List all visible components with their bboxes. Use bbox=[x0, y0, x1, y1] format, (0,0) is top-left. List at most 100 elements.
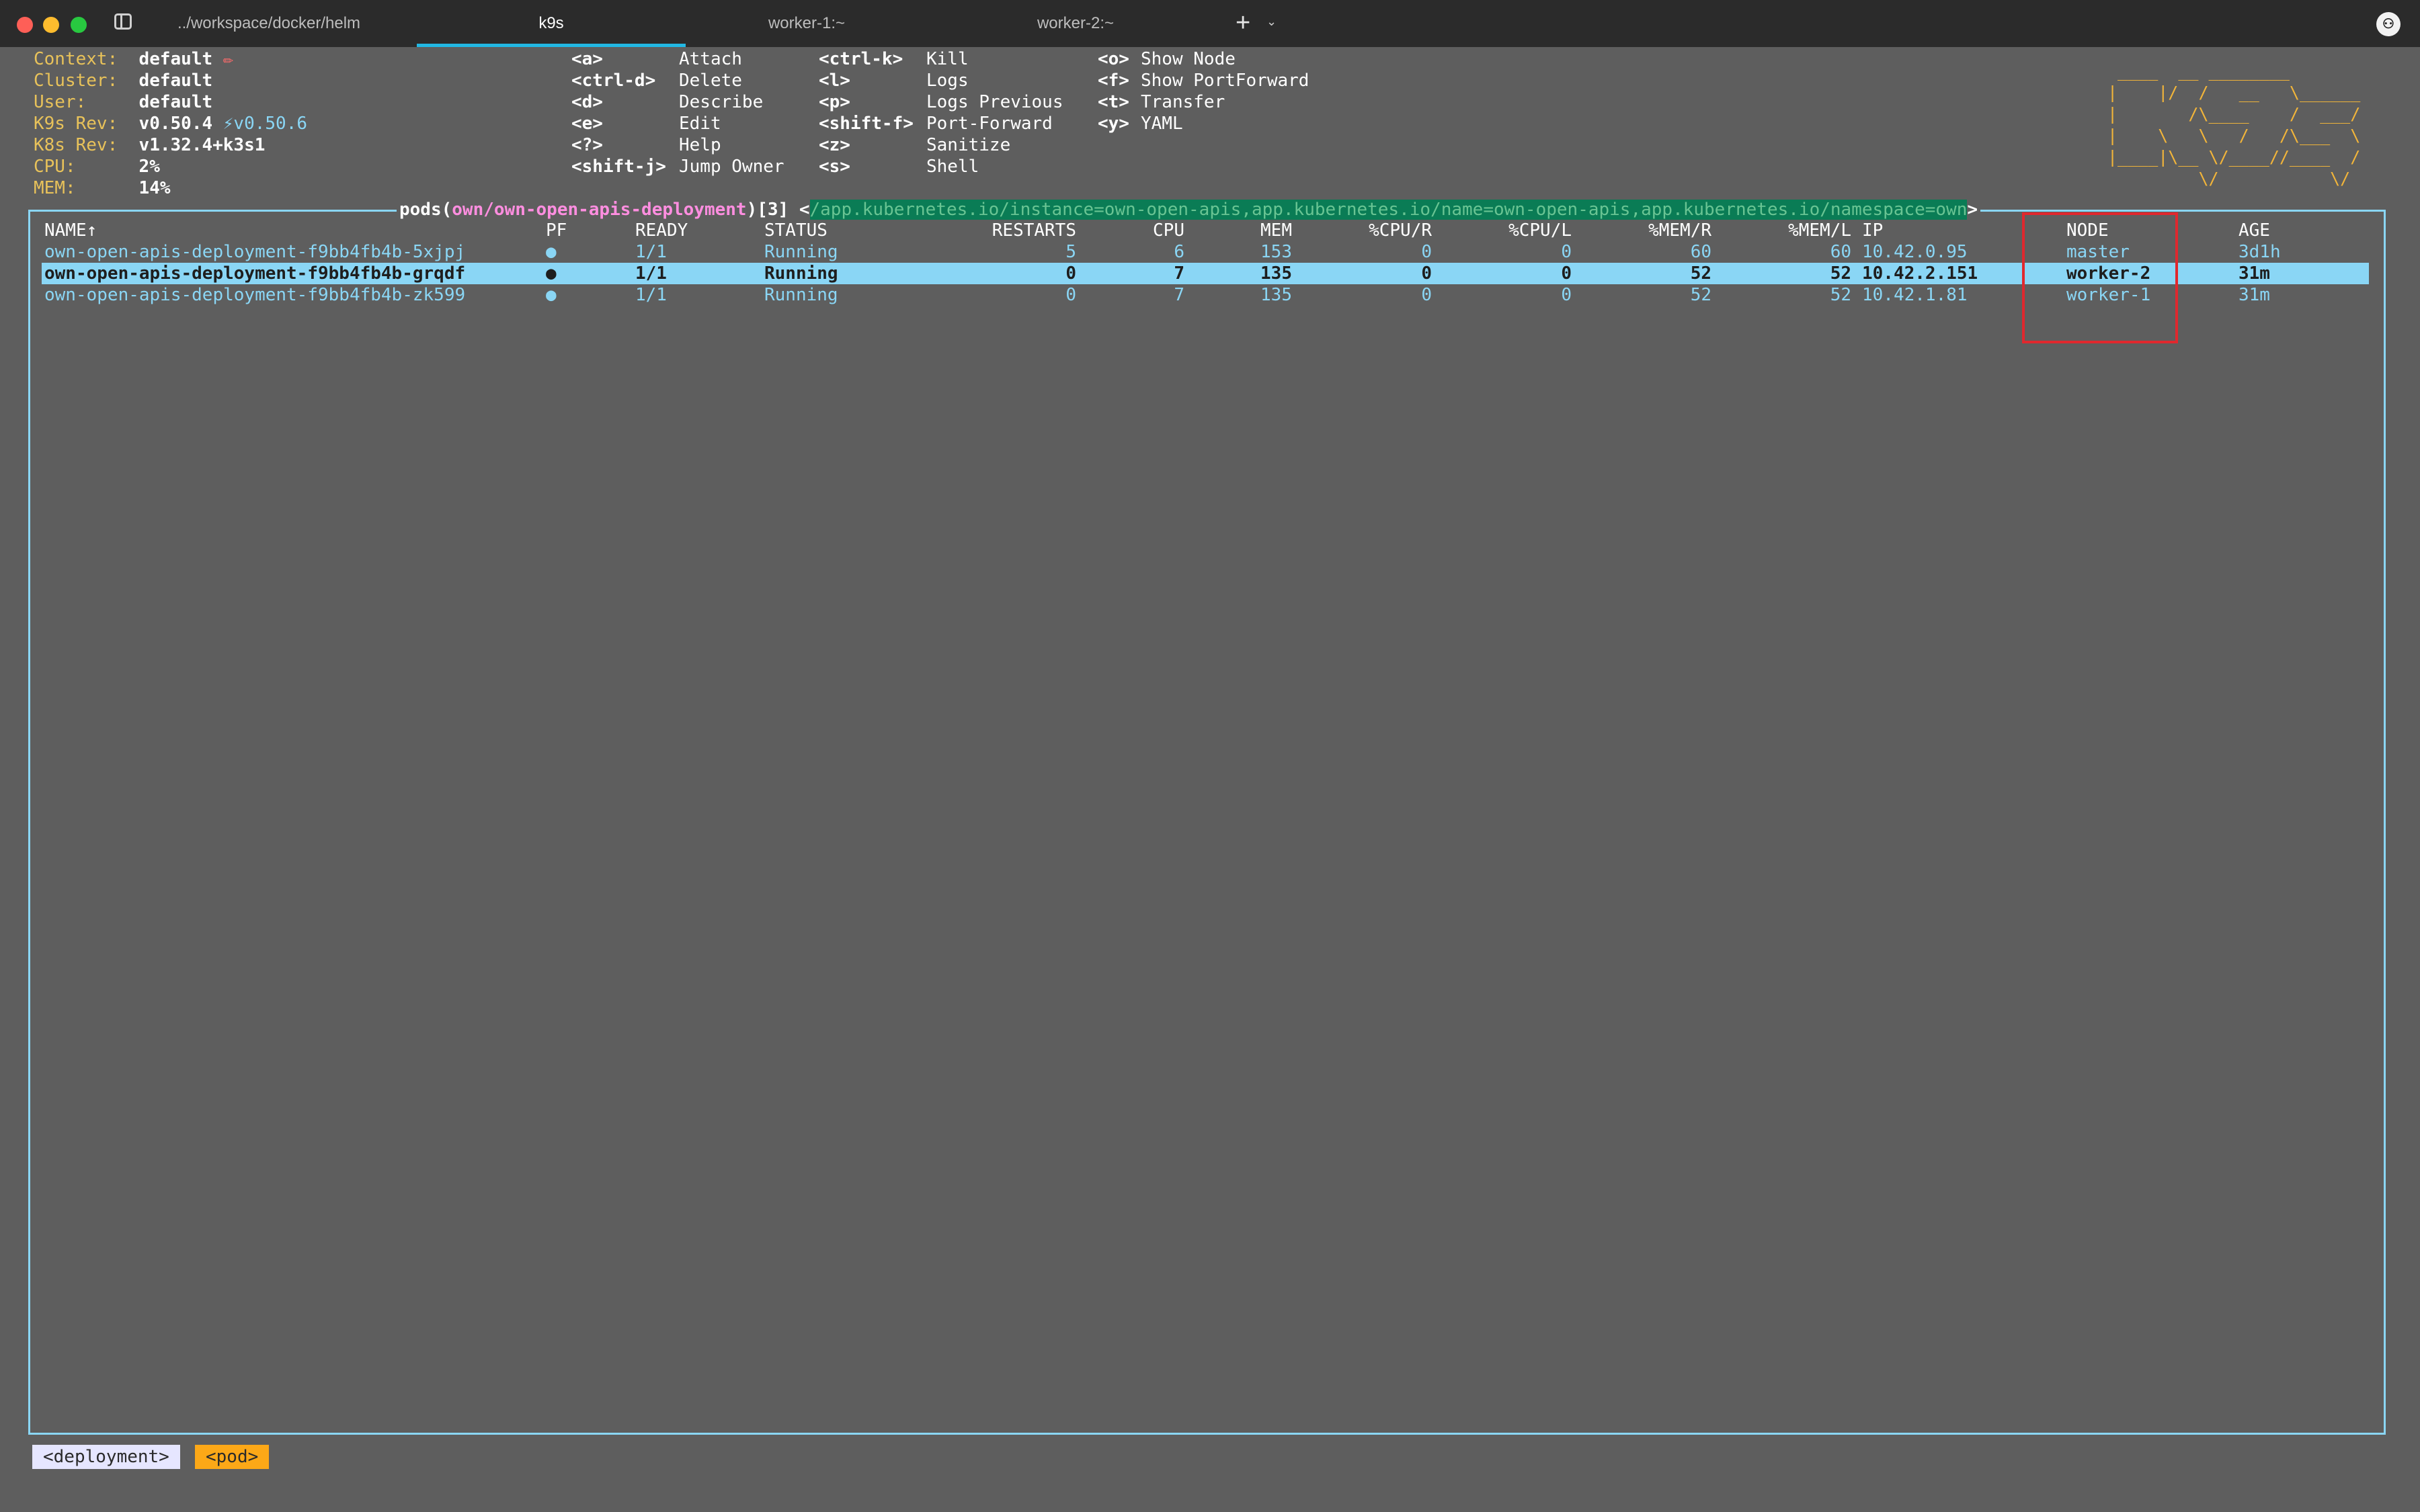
tab-helm[interactable]: ../workspace/docker/helm bbox=[155, 0, 383, 47]
info-cluster: Cluster: default bbox=[34, 70, 212, 91]
cell-ready: 1/1 bbox=[635, 263, 667, 284]
shortcut-label: Delete bbox=[679, 71, 742, 91]
table-row[interactable]: own-open-apis-deployment-f9bb4fb4b-5xjpj… bbox=[42, 241, 2369, 263]
shortcut-label: Transfer bbox=[1141, 92, 1225, 112]
info-value: default bbox=[138, 71, 213, 91]
column-header-cpu[interactable]: CPU bbox=[1153, 220, 1184, 241]
info-value: default bbox=[138, 92, 213, 112]
table-row[interactable]: own-open-apis-deployment-f9bb4fb4b-zk599… bbox=[42, 284, 2369, 306]
cell-mem-r: 52 bbox=[1690, 285, 1711, 305]
shortcut-key: <o> bbox=[1098, 49, 1129, 69]
breadcrumb-pod[interactable]: <pod> bbox=[195, 1445, 270, 1469]
cell-status: Running bbox=[764, 263, 838, 284]
title-bar: ../workspace/docker/helm k9s worker-1:~ … bbox=[0, 0, 2420, 47]
cell-age: 3d1h bbox=[2238, 242, 2281, 262]
shortcut-key: <e> bbox=[571, 114, 603, 134]
info-key: K8s Rev: bbox=[34, 135, 118, 155]
info-value: 2% bbox=[138, 157, 160, 177]
cell-pf: ● bbox=[546, 242, 557, 262]
cell-cpu: 7 bbox=[1174, 263, 1184, 284]
column-header-name[interactable]: NAME↑ bbox=[44, 220, 97, 241]
profile-icon[interactable]: ⚇ bbox=[2376, 12, 2401, 36]
info-key: Cluster: bbox=[34, 71, 118, 91]
info-value: 14% bbox=[138, 178, 171, 198]
shortcut-key: <t> bbox=[1098, 92, 1129, 112]
info-key: Context: bbox=[34, 49, 118, 69]
info-key: CPU: bbox=[34, 157, 76, 177]
column-header-age[interactable]: AGE bbox=[2238, 220, 2270, 241]
close-window-button[interactable] bbox=[17, 17, 33, 33]
shortcut-label: Logs bbox=[926, 71, 969, 91]
column-header-mem-l[interactable]: %MEM/L bbox=[1788, 220, 1851, 241]
cell-ready: 1/1 bbox=[635, 285, 667, 305]
shortcut-key: <shift-f> bbox=[819, 114, 914, 134]
update-available: ⚡v0.50.6 bbox=[223, 114, 308, 134]
info-mem: MEM: 14% bbox=[34, 177, 171, 199]
namespace: own/own-open-apis-deployment bbox=[452, 200, 747, 220]
column-header-status[interactable]: STATUS bbox=[764, 220, 828, 241]
column-header-cpu-r[interactable]: %CPU/R bbox=[1369, 220, 1432, 241]
cell-mem-l: 52 bbox=[1830, 285, 1851, 305]
cell-cpu: 7 bbox=[1174, 285, 1184, 305]
active-tab-indicator bbox=[417, 44, 686, 47]
k9s-logo: ____ __ ________ | |/ / __ \______ | /\_… bbox=[2107, 61, 2361, 188]
shortcut-key: <f> bbox=[1098, 71, 1129, 91]
cell-mem-r: 60 bbox=[1690, 242, 1711, 262]
breadcrumb-deployment[interactable]: <deployment> bbox=[32, 1445, 180, 1469]
cell-cpu-r: 0 bbox=[1421, 263, 1432, 284]
frame-title: pods(own/own-open-apis-deployment)[3] </… bbox=[397, 198, 1981, 221]
cell-mem-r: 52 bbox=[1690, 263, 1711, 284]
column-header-pf[interactable]: PF bbox=[546, 220, 567, 241]
shortcut-key: <d> bbox=[571, 92, 603, 112]
tab-worker-1[interactable]: worker-1:~ bbox=[699, 0, 914, 47]
cell-cpu-l: 0 bbox=[1561, 242, 1572, 262]
cell-cpu-r: 0 bbox=[1421, 242, 1432, 262]
maximize-window-button[interactable] bbox=[71, 17, 87, 33]
cell-mem: 153 bbox=[1260, 242, 1292, 262]
shortcut-key: <p> bbox=[819, 92, 850, 112]
shortcut-label: Edit bbox=[679, 114, 721, 134]
info-cpu: CPU: 2% bbox=[34, 156, 160, 177]
cell-ready: 1/1 bbox=[635, 242, 667, 262]
shortcut-key: <s> bbox=[819, 157, 850, 177]
column-header-restarts[interactable]: RESTARTS bbox=[992, 220, 1076, 241]
column-header-cpu-l[interactable]: %CPU/L bbox=[1508, 220, 1572, 241]
cell-ip: 10.42.2.151 bbox=[1862, 263, 1978, 284]
shortcut-label: Shell bbox=[926, 157, 979, 177]
cell-ip: 10.42.0.95 bbox=[1862, 242, 1968, 262]
tab-label: worker-2:~ bbox=[1037, 14, 1115, 32]
chevron-down-icon[interactable]: ⌄ bbox=[1266, 15, 1277, 29]
column-header-ip[interactable]: IP bbox=[1862, 220, 1883, 241]
column-header-ready[interactable]: READY bbox=[635, 220, 688, 241]
info-key: K9s Rev: bbox=[34, 114, 118, 134]
tab-worker-2[interactable]: worker-2:~ bbox=[968, 0, 1183, 47]
pencil-icon: ✏ bbox=[223, 49, 234, 69]
node-column-highlight bbox=[2022, 212, 2178, 343]
shortcut-label: Attach bbox=[679, 49, 742, 69]
minimize-window-button[interactable] bbox=[43, 17, 59, 33]
label-filter: /app.kubernetes.io/instance=own-open-api… bbox=[809, 200, 1968, 220]
info-value: v1.32.4+k3s1 bbox=[138, 135, 266, 155]
shortcut-label: Show Node bbox=[1141, 49, 1236, 69]
cell-mem: 135 bbox=[1260, 263, 1292, 284]
shortcut-key: <l> bbox=[819, 71, 850, 91]
cell-name: own-open-apis-deployment-f9bb4fb4b-5xjpj bbox=[44, 242, 466, 262]
cell-pf: ● bbox=[546, 285, 557, 305]
column-header-mem-r[interactable]: %MEM/R bbox=[1648, 220, 1711, 241]
cell-status: Running bbox=[764, 242, 838, 262]
new-tab-button[interactable]: + bbox=[1236, 8, 1250, 38]
cell-restarts: 0 bbox=[1065, 263, 1076, 284]
shortcut-key: <ctrl-d> bbox=[571, 71, 656, 91]
table-row[interactable]: own-open-apis-deployment-f9bb4fb4b-grqdf… bbox=[42, 263, 2369, 284]
cell-name: own-open-apis-deployment-f9bb4fb4b-zk599 bbox=[44, 285, 466, 305]
info-key: User: bbox=[34, 92, 87, 112]
resource-count: )[3] < bbox=[746, 200, 810, 220]
cell-cpu-r: 0 bbox=[1421, 285, 1432, 305]
sidebar-toggle-icon[interactable] bbox=[114, 13, 132, 30]
cell-cpu-l: 0 bbox=[1561, 285, 1572, 305]
shortcut-label: Jump Owner bbox=[679, 157, 784, 177]
column-header-mem[interactable]: MEM bbox=[1260, 220, 1292, 241]
shortcut-label: YAML bbox=[1141, 114, 1183, 134]
cell-pf: ● bbox=[546, 263, 557, 284]
tab-k9s[interactable]: k9s bbox=[417, 0, 686, 47]
